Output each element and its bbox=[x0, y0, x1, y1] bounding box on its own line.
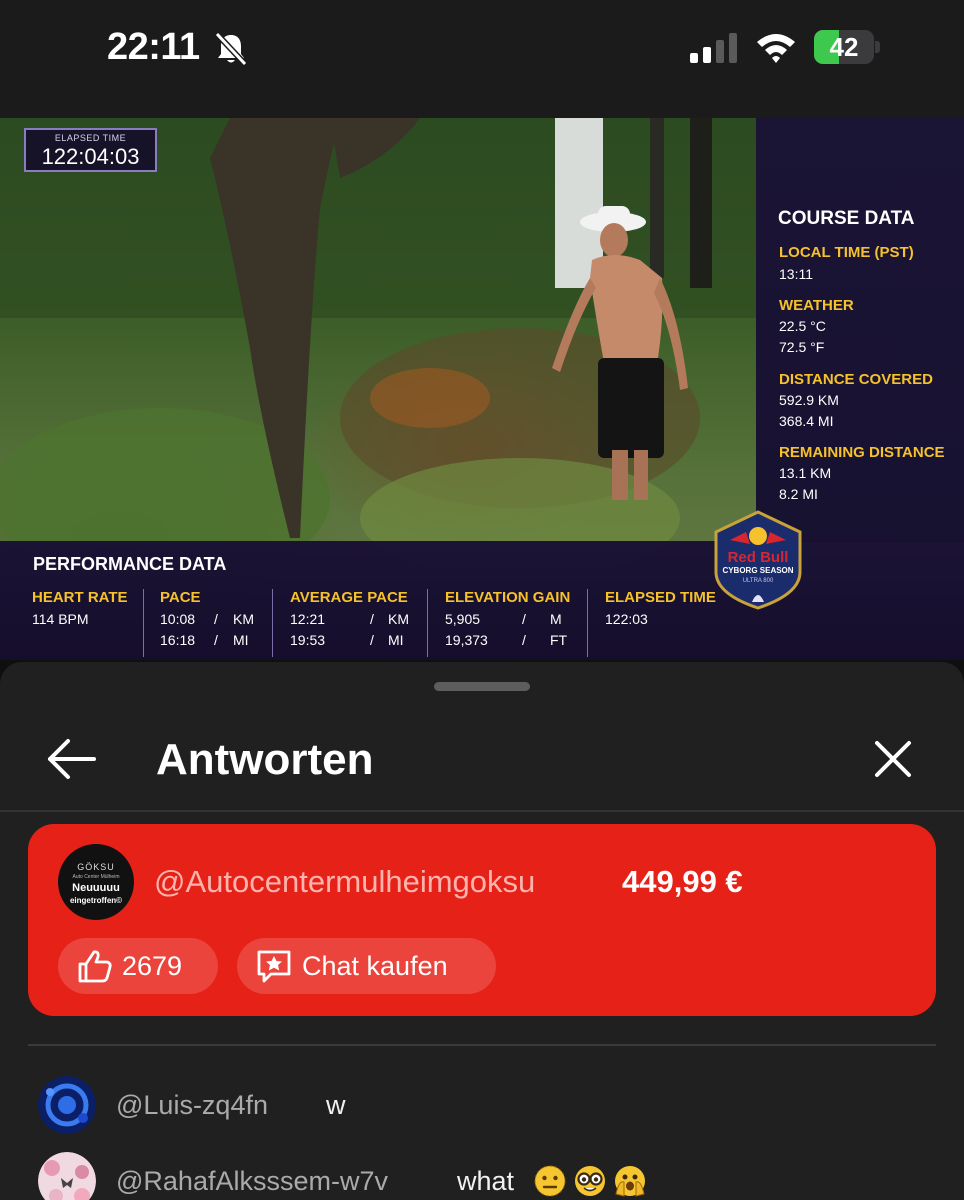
remaining-distance-km: 13.1 KM bbox=[779, 465, 832, 481]
elevation-gain-label: ELEVATION GAIN bbox=[445, 589, 571, 606]
divider bbox=[143, 589, 144, 657]
comment-text: w bbox=[326, 1090, 346, 1120]
course-data-panel: COURSE DATA LOCAL TIME (PST) 13:11 WEATH… bbox=[756, 118, 964, 542]
performance-data-title: PERFORMANCE DATA bbox=[33, 554, 227, 574]
divider bbox=[28, 1044, 936, 1046]
like-button[interactable]: 2679 bbox=[58, 938, 218, 994]
performance-data-panel: PERFORMANCE DATA HEART RATE 114 BPM PACE… bbox=[0, 541, 964, 660]
neutral-face-icon bbox=[534, 1165, 566, 1197]
avatar[interactable] bbox=[38, 1076, 96, 1134]
red-bull-cyborg-season-badge: Red Bull CYBORG SEASON ULTRA 800 bbox=[714, 510, 802, 610]
badge-line1: CYBORG SEASON bbox=[722, 566, 793, 575]
elevation-m: 5,905 bbox=[445, 611, 481, 627]
elapsed-time-value: 122:03 bbox=[605, 611, 648, 627]
avatar[interactable] bbox=[38, 1152, 96, 1200]
avatar[interactable]: GÖKSU Auto Center Mülheim Neuuuuu einget… bbox=[58, 844, 134, 920]
unit-km: KM bbox=[388, 611, 409, 627]
heart-rate-label: HEART RATE bbox=[32, 589, 128, 606]
cellular-signal-icon bbox=[690, 33, 737, 63]
unit-separator: / bbox=[214, 632, 218, 648]
elevation-ft: 19,373 bbox=[445, 632, 488, 648]
divider bbox=[272, 589, 273, 657]
unit-separator: / bbox=[370, 632, 374, 648]
comment-username[interactable]: @RahafAlksssem-w7v bbox=[116, 1166, 388, 1197]
super-chat-star-icon bbox=[257, 950, 291, 983]
unit-m: M bbox=[550, 611, 562, 627]
unit-separator: / bbox=[522, 632, 526, 648]
status-bar: 22:11 42 bbox=[0, 0, 964, 118]
weather-fahrenheit: 72.5 °F bbox=[779, 339, 825, 355]
remaining-distance-mi: 8.2 MI bbox=[779, 486, 818, 502]
sheet-title: Antworten bbox=[156, 735, 374, 784]
buy-chat-label: Chat kaufen bbox=[302, 951, 448, 981]
super-chat-amount: 449,99 € bbox=[622, 864, 743, 899]
weather-label: WEATHER bbox=[779, 297, 854, 314]
replies-sheet: Antworten GÖKSU Auto Center Mülheim Neuu… bbox=[0, 662, 964, 1200]
thumbs-up-icon bbox=[78, 950, 112, 983]
drag-handle[interactable] bbox=[434, 682, 530, 691]
elapsed-time-box: ELAPSED TIME 122:04:03 bbox=[24, 128, 157, 172]
unit-ft: FT bbox=[550, 632, 568, 648]
unit-mi: MI bbox=[388, 632, 404, 648]
distance-covered-mi: 368.4 MI bbox=[779, 413, 834, 429]
local-time-value: 13:11 bbox=[779, 266, 813, 282]
unit-separator: / bbox=[522, 611, 526, 627]
elapsed-time-label: ELAPSED TIME bbox=[605, 589, 716, 606]
pace-mi: 16:18 bbox=[160, 632, 196, 648]
face-with-peeking-eye-icon bbox=[615, 1166, 645, 1197]
list-item[interactable]: @RahafAlksssem-w7v what bbox=[0, 1152, 964, 1200]
super-chat-username[interactable]: @Autocentermulheimgoksu bbox=[154, 864, 535, 900]
average-pace-label: AVERAGE PACE bbox=[290, 589, 408, 606]
badge-brand: Red Bull bbox=[728, 549, 789, 566]
course-data-title: COURSE DATA bbox=[778, 208, 915, 229]
battery-percent: 42 bbox=[829, 32, 859, 62]
divider bbox=[427, 589, 428, 657]
weather-celsius: 22.5 °C bbox=[779, 318, 826, 334]
back-arrow-icon[interactable] bbox=[38, 734, 102, 784]
badge-line2: ULTRA 800 bbox=[743, 578, 774, 584]
list-item[interactable]: @Luis-zq4fn w bbox=[0, 1076, 964, 1140]
local-time-label: LOCAL TIME (PST) bbox=[779, 244, 914, 261]
unit-km: KM bbox=[233, 611, 254, 627]
bell-slash-icon bbox=[214, 31, 248, 67]
super-chat-card: GÖKSU Auto Center Mülheim Neuuuuu einget… bbox=[28, 824, 936, 1016]
battery-charging-icon: 42 bbox=[814, 30, 880, 64]
average-pace-mi: 19:53 bbox=[290, 632, 326, 648]
divider bbox=[587, 589, 588, 657]
wifi-icon bbox=[757, 34, 795, 63]
unit-mi: MI bbox=[233, 632, 249, 648]
pace-km: 10:08 bbox=[160, 611, 196, 627]
like-count: 2679 bbox=[122, 951, 183, 981]
average-pace-km: 12:21 bbox=[290, 611, 326, 627]
distance-covered-km: 592.9 KM bbox=[779, 392, 839, 408]
comment-text: what bbox=[457, 1166, 515, 1196]
close-icon[interactable] bbox=[866, 732, 920, 786]
remaining-distance-label: REMAINING DISTANCE bbox=[779, 444, 945, 461]
divider bbox=[0, 810, 964, 812]
video-player[interactable]: ELAPSED TIME 122:04:03 COURSE DATA LOCAL… bbox=[0, 118, 964, 660]
comment-username[interactable]: @Luis-zq4fn bbox=[116, 1090, 268, 1121]
pace-label: PACE bbox=[160, 589, 201, 606]
unit-separator: / bbox=[214, 611, 218, 627]
clock: 22:11 bbox=[107, 26, 200, 68]
distance-covered-label: DISTANCE COVERED bbox=[779, 371, 933, 388]
unit-separator: / bbox=[370, 611, 374, 627]
nerd-face-icon bbox=[575, 1166, 605, 1196]
heart-rate-value: 114 BPM bbox=[32, 611, 89, 627]
buy-chat-button[interactable]: Chat kaufen bbox=[237, 938, 496, 994]
